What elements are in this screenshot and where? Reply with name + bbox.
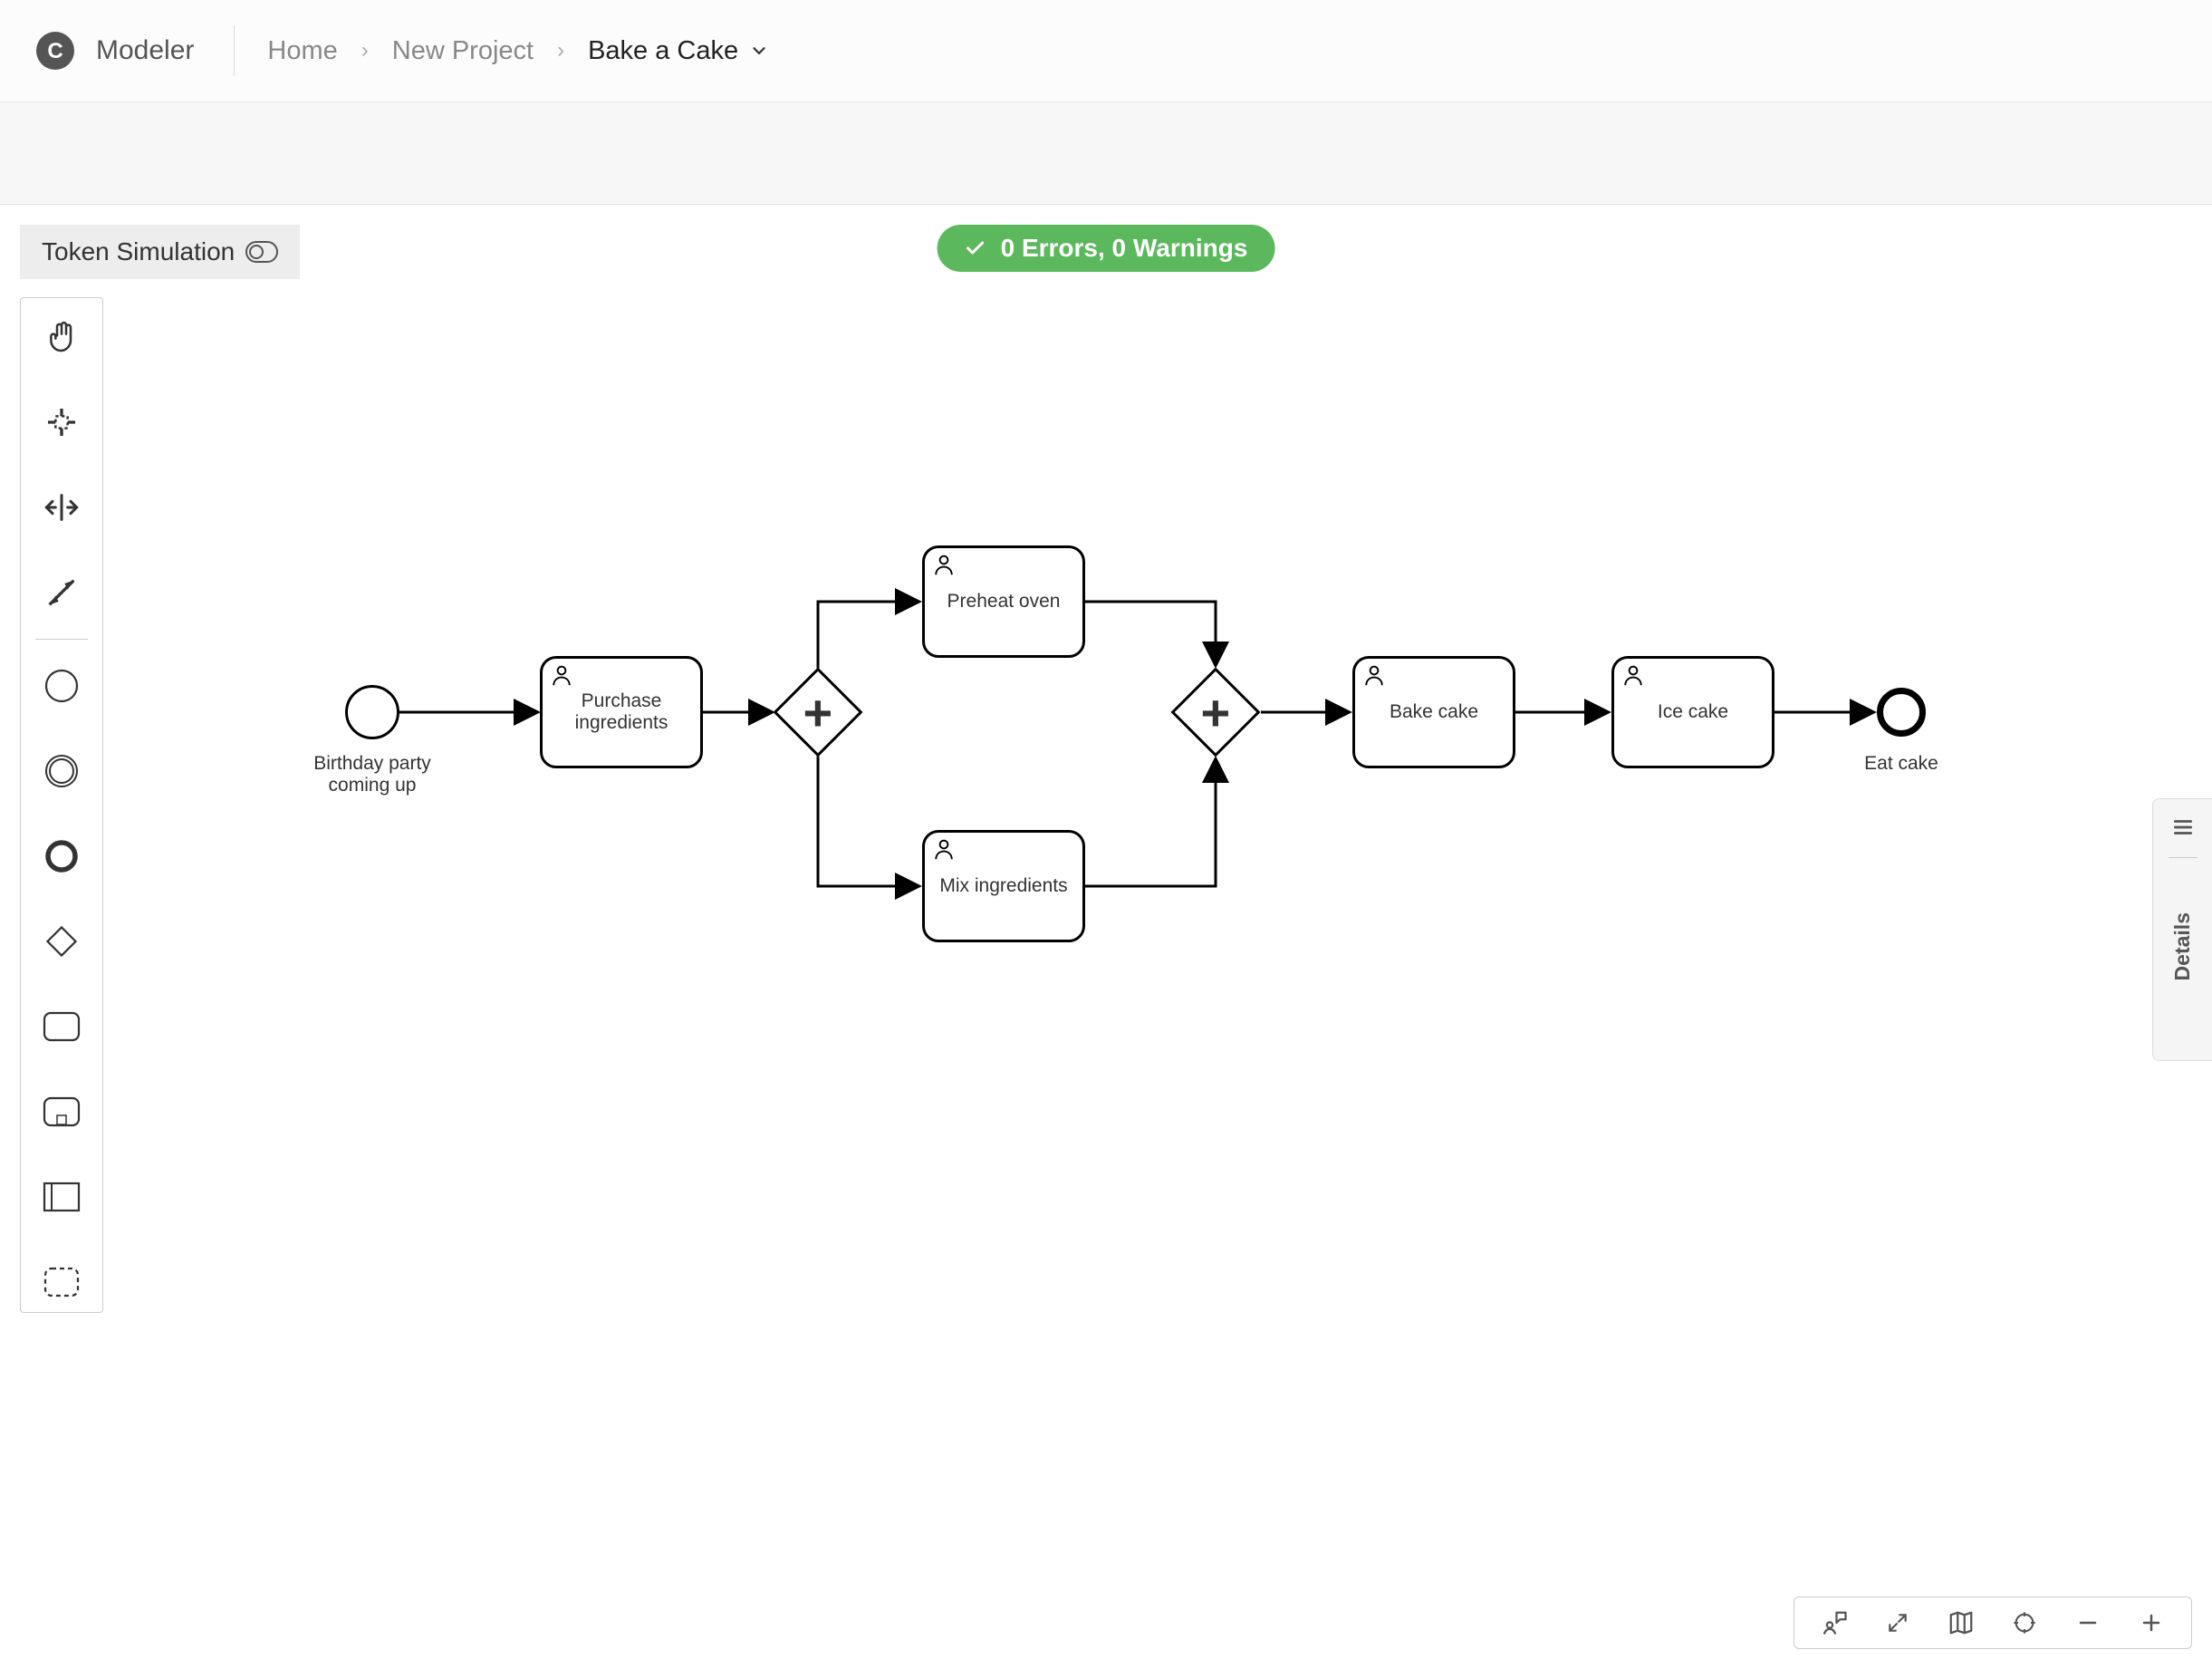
- task-label: Preheat oven: [947, 591, 1061, 613]
- breadcrumb-home[interactable]: Home: [267, 36, 337, 66]
- task-label: Mix ingredients: [939, 875, 1067, 897]
- breadcrumb-project[interactable]: New Project: [392, 36, 534, 66]
- start-event[interactable]: [345, 685, 399, 739]
- task-label: Ice cake: [1658, 701, 1728, 723]
- task-mix-ingredients[interactable]: Mix ingredients: [922, 830, 1085, 942]
- list-icon: [2171, 815, 2195, 839]
- subheader: [0, 102, 2212, 205]
- canvas-area[interactable]: Token Simulation 0 Errors, 0 Warnings: [0, 205, 2212, 1669]
- map-icon: [1948, 1609, 1975, 1636]
- task-label: Purchase ingredients: [543, 690, 700, 734]
- viewport-toolbar: [1794, 1597, 2192, 1649]
- user-task-icon: [1361, 661, 1388, 689]
- end-event[interactable]: [1877, 688, 1926, 737]
- end-event-label: Eat cake: [1829, 753, 1974, 775]
- breadcrumb-current-label: Bake a Cake: [588, 36, 738, 66]
- svg-text:C: C: [47, 39, 63, 63]
- plus-icon: +: [1201, 682, 1231, 741]
- zoom-in-button[interactable]: [2137, 1608, 2166, 1637]
- user-task-icon: [930, 835, 957, 863]
- divider: [2169, 857, 2198, 858]
- app-logo: C: [36, 32, 74, 70]
- user-task-icon: [1620, 661, 1647, 689]
- plus-icon: [2140, 1612, 2162, 1634]
- fullscreen-button[interactable]: [1883, 1608, 1912, 1637]
- task-bake-cake[interactable]: Bake cake: [1352, 656, 1515, 768]
- minus-icon: [2077, 1612, 2099, 1634]
- details-panel-toggle[interactable]: Details: [2152, 798, 2212, 1061]
- task-label: Bake cake: [1390, 701, 1478, 723]
- task-ice-cake[interactable]: Ice cake: [1611, 656, 1774, 768]
- details-label: Details: [2170, 912, 2195, 980]
- user-task-icon: [548, 661, 575, 689]
- user-task-icon: [930, 551, 957, 578]
- chevron-down-icon: [749, 41, 769, 61]
- app-header: C Modeler Home › New Project › Bake a Ca…: [0, 0, 2212, 102]
- breadcrumb: Home › New Project › Bake a Cake: [267, 36, 769, 66]
- app-name: Modeler: [96, 25, 235, 76]
- task-purchase-ingredients[interactable]: Purchase ingredients: [540, 656, 703, 768]
- chevron-right-icon: ›: [361, 38, 369, 63]
- feedback-button[interactable]: [1820, 1608, 1849, 1637]
- crosshair-icon: [2012, 1610, 2037, 1635]
- minimap-button[interactable]: [1947, 1608, 1976, 1637]
- person-feedback-icon: [1821, 1609, 1848, 1636]
- task-preheat-oven[interactable]: Preheat oven: [922, 545, 1085, 658]
- chevron-right-icon: ›: [557, 38, 564, 63]
- reset-viewport-button[interactable]: [2010, 1608, 2039, 1637]
- zoom-out-button[interactable]: [2073, 1608, 2102, 1637]
- plus-icon: +: [803, 682, 833, 741]
- breadcrumb-current[interactable]: Bake a Cake: [588, 36, 769, 66]
- diagram-svg: [0, 205, 2212, 1669]
- start-event-label: Birthday party coming up: [300, 753, 445, 796]
- expand-icon: [1886, 1611, 1909, 1635]
